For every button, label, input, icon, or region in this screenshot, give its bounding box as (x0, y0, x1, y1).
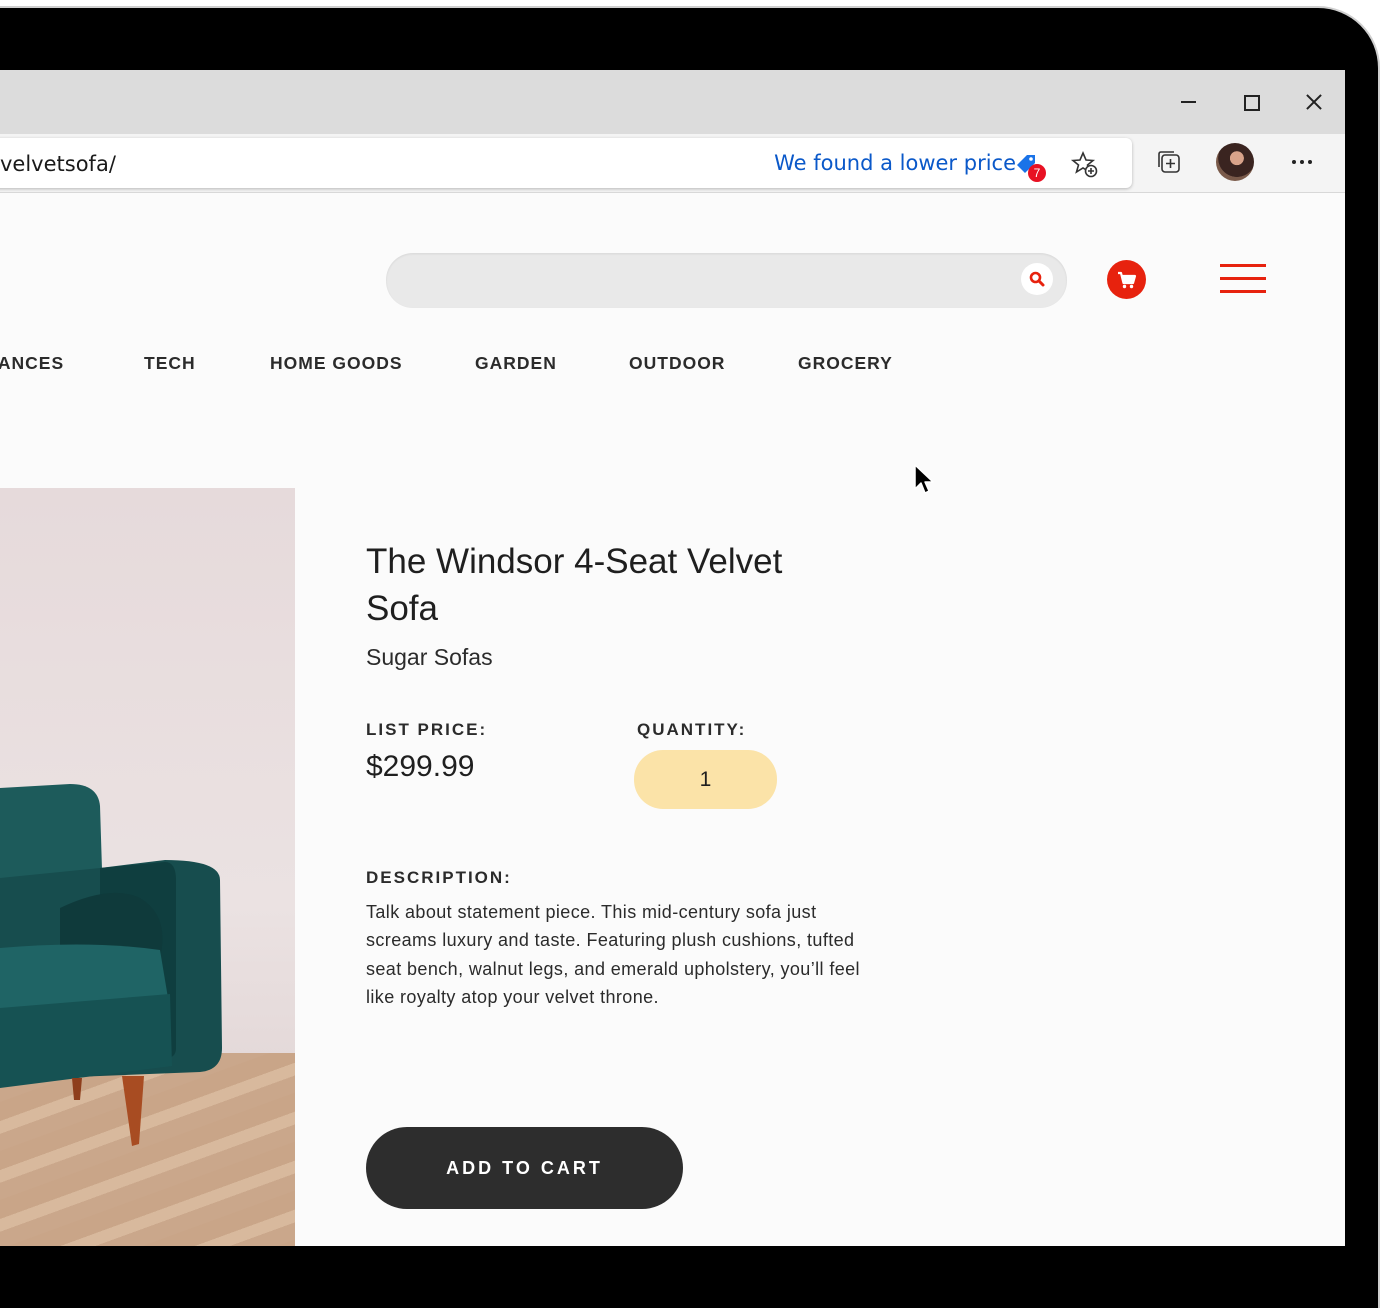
add-to-cart-button[interactable]: ADD TO CART (366, 1127, 683, 1209)
collections-icon[interactable] (1155, 148, 1183, 176)
hamburger-menu-icon[interactable] (1220, 264, 1266, 298)
menu-line (1220, 277, 1266, 280)
nav-item-outdoor[interactable]: OUTDOOR (629, 353, 725, 374)
list-price-label: LIST PRICE: (366, 720, 488, 739)
nav-item-home-goods[interactable]: HOME GOODS (270, 353, 403, 374)
collections-graphic (1158, 151, 1180, 173)
star-plus-graphic (1070, 150, 1098, 178)
more-dot (1300, 160, 1304, 164)
browser-window: velvetsofa/ We found a lower price 7 ANC… (0, 70, 1345, 1246)
price-alert-link[interactable]: We found a lower price (774, 151, 1016, 175)
product-image[interactable] (0, 488, 295, 1246)
product-title: The Windsor 4-Seat Velvet Sofa (366, 542, 783, 628)
search-input[interactable] (386, 253, 1067, 308)
product-description: Talk about statement piece. This mid-cen… (366, 902, 860, 1008)
product-price: $299.99 (366, 750, 475, 783)
close-button[interactable] (1300, 88, 1328, 116)
coupon-count-badge: 7 (1028, 164, 1046, 182)
search-icon[interactable] (1021, 263, 1053, 295)
nav-item-grocery[interactable]: GROCERY (798, 353, 893, 374)
menu-line (1220, 290, 1266, 293)
quantity-input[interactable] (634, 750, 777, 809)
nav-item-appliances[interactable]: IANCES (0, 353, 64, 374)
tag-icon[interactable]: 7 (1014, 152, 1046, 182)
nav-item-garden[interactable]: GARDEN (475, 353, 557, 374)
profile-avatar[interactable] (1216, 143, 1254, 181)
product-brand: Sugar Sofas (366, 644, 493, 670)
nav-item-tech[interactable]: TECH (144, 353, 196, 374)
sofa-graphic (0, 784, 222, 1146)
maximize-button[interactable] (1237, 88, 1265, 116)
more-icon[interactable] (1288, 148, 1316, 176)
more-dot (1308, 160, 1312, 164)
address-bar-row: velvetsofa/ We found a lower price 7 (0, 134, 1345, 193)
title-bar (0, 70, 1345, 134)
minimize-button[interactable] (1174, 88, 1202, 116)
cart-icon[interactable] (1107, 260, 1146, 299)
favorite-add-icon[interactable] (1070, 150, 1100, 180)
description-label: DESCRIPTION: (366, 868, 512, 887)
address-bar[interactable]: velvetsofa/ We found a lower price 7 (0, 138, 1132, 188)
quantity-label: QUANTITY: (637, 720, 747, 739)
menu-line (1220, 264, 1266, 267)
mouse-pointer-icon (914, 464, 934, 494)
url-text[interactable]: velvetsofa/ (0, 152, 116, 176)
search-icon-graphic (1029, 271, 1045, 287)
more-dot (1292, 160, 1296, 164)
cart-icon-graphic (1118, 271, 1137, 289)
